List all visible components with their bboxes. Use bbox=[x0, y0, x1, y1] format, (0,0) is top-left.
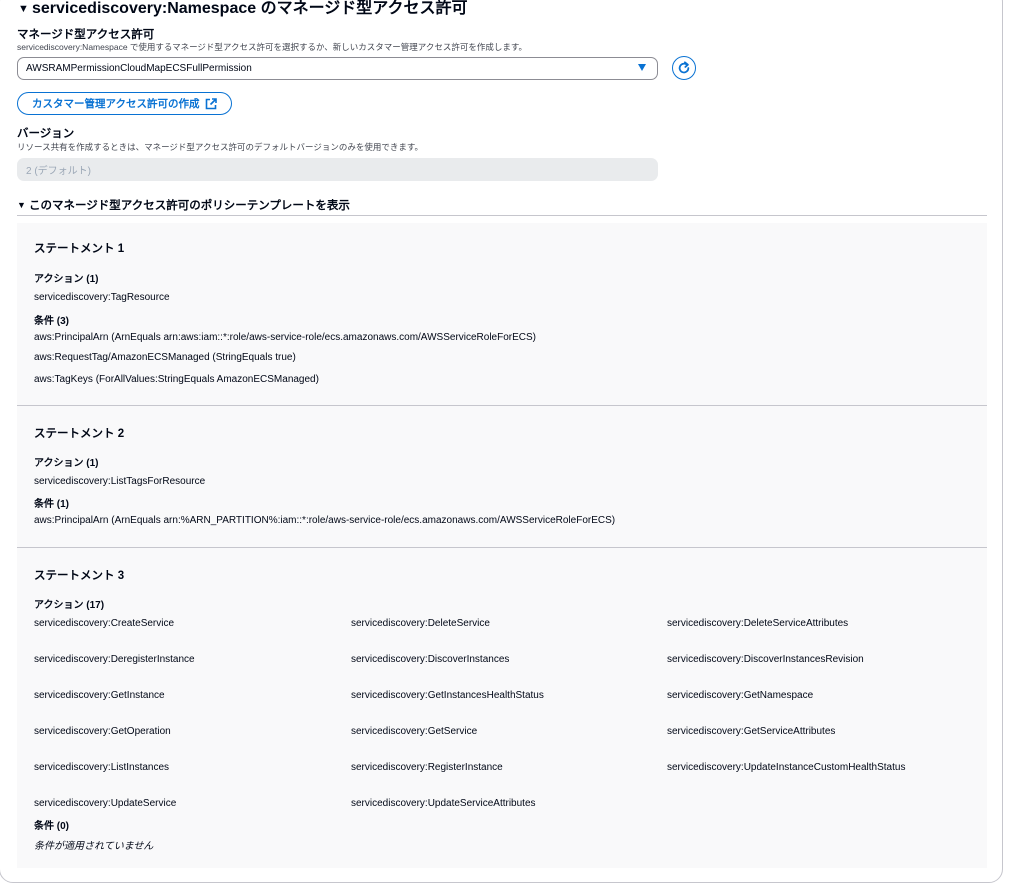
condition-item: aws:TagKeys (ForAllValues:StringEquals A… bbox=[34, 374, 319, 385]
action-item: servicediscovery:DeregisterInstance bbox=[34, 654, 195, 665]
actions-label: アクション (1) bbox=[34, 458, 99, 469]
external-link-icon bbox=[206, 97, 218, 109]
action-item: servicediscovery:CreateService bbox=[34, 618, 175, 629]
statement-2: ステートメント 2 アクション (1) servicediscovery:Lis… bbox=[17, 406, 987, 547]
action-item: servicediscovery:DiscoverInstances bbox=[351, 654, 510, 665]
section-title: servicediscovery:Namespace のマネージド型アクセス許可 bbox=[32, 0, 468, 17]
divider bbox=[17, 215, 987, 216]
condition-item: aws:PrincipalArn (ArnEquals arn:%ARN_PAR… bbox=[34, 515, 616, 526]
action-item: servicediscovery:GetServiceAttributes bbox=[667, 726, 836, 737]
action-item: servicediscovery:DeleteServiceAttributes bbox=[667, 618, 849, 629]
condition-item: aws:RequestTag/AmazonECSManaged (StringE… bbox=[34, 352, 296, 363]
managed-permission-select[interactable]: AWSRAMPermissionCloudMapECSFullPermissio… bbox=[17, 57, 658, 80]
action-item: servicediscovery:UpdateServiceAttributes bbox=[351, 798, 536, 809]
create-customer-permission-button[interactable]: カスタマー管理アクセス許可の作成 bbox=[17, 92, 232, 115]
actions-label: アクション (1) bbox=[34, 274, 99, 285]
refresh-icon bbox=[678, 61, 690, 74]
section-header[interactable]: ▼ servicediscovery:Namespace のマネージド型アクセス… bbox=[18, 0, 467, 18]
action-item: servicediscovery:ListInstances bbox=[34, 762, 170, 773]
create-customer-permission-label: カスタマー管理アクセス許可の作成 bbox=[32, 98, 200, 110]
managed-permission-selected: AWSRAMPermissionCloudMapECSFullPermissio… bbox=[26, 63, 252, 74]
policy-template-toggle[interactable]: ▼ このマネージド型アクセス許可のポリシーテンプレートを表示 bbox=[17, 197, 350, 213]
statement-3: ステートメント 3 アクション (17) servicediscovery:Cr… bbox=[17, 548, 987, 868]
caret-down-icon: ▼ bbox=[18, 2, 29, 15]
action-item: servicediscovery:GetInstancesHealthStatu… bbox=[351, 690, 544, 701]
action-item: servicediscovery:ListTagsForResource bbox=[34, 476, 206, 487]
action-item: servicediscovery:DiscoverInstancesRevisi… bbox=[667, 654, 864, 665]
conditions-label: 条件 (3) bbox=[34, 316, 69, 327]
action-item: servicediscovery:UpdateService bbox=[34, 798, 177, 809]
action-item: servicediscovery:TagResource bbox=[34, 292, 170, 303]
condition-item: aws:PrincipalArn (ArnEquals arn:aws:iam:… bbox=[34, 332, 537, 343]
conditions-label: 条件 (0) bbox=[34, 821, 69, 832]
action-item: servicediscovery:GetNamespace bbox=[667, 690, 814, 701]
no-conditions-text: 条件が適用されていません bbox=[34, 841, 154, 852]
version-description: リソース共有を作成するときは、マネージド型アクセス許可のデフォルトバージョンのみ… bbox=[17, 142, 423, 152]
action-item: servicediscovery:UpdateInstanceCustomHea… bbox=[667, 762, 906, 773]
version-label: バージョン bbox=[17, 128, 75, 140]
conditions-label: 条件 (1) bbox=[34, 499, 69, 510]
actions-label: アクション (17) bbox=[34, 600, 105, 611]
action-item: servicediscovery:DeleteService bbox=[351, 618, 490, 629]
action-item: servicediscovery:RegisterInstance bbox=[351, 762, 503, 773]
policy-template-toggle-label: このマネージド型アクセス許可のポリシーテンプレートを表示 bbox=[29, 200, 350, 212]
triangle-down-icon bbox=[638, 64, 646, 71]
statement-title: ステートメント 3 bbox=[34, 570, 125, 582]
statement-title: ステートメント 1 bbox=[34, 243, 125, 255]
refresh-button[interactable] bbox=[672, 56, 696, 80]
version-value: 2 (デフォルト) bbox=[26, 166, 91, 177]
action-item: servicediscovery:GetOperation bbox=[34, 726, 171, 737]
action-item: servicediscovery:GetService bbox=[351, 726, 478, 737]
statement-title: ステートメント 2 bbox=[34, 428, 125, 440]
action-item: servicediscovery:GetInstance bbox=[34, 690, 165, 701]
caret-down-icon: ▼ bbox=[17, 199, 26, 210]
managed-permission-description: servicediscovery:Namespace で使用するマネージド型アク… bbox=[17, 42, 528, 52]
version-field: 2 (デフォルト) bbox=[17, 158, 658, 181]
managed-permission-label: マネージド型アクセス許可 bbox=[17, 29, 155, 41]
statement-1: ステートメント 1 アクション (1) servicediscovery:Tag… bbox=[17, 223, 987, 405]
